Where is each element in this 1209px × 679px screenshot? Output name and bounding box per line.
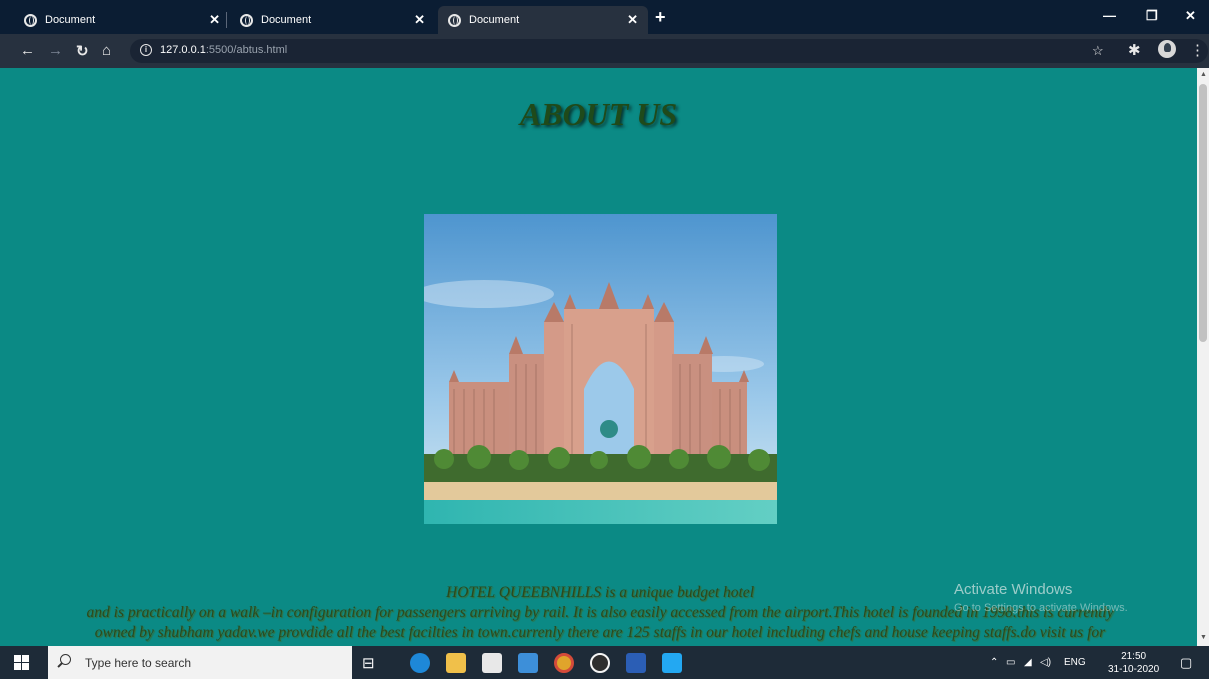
scroll-down-arrow-icon[interactable]: ▼ bbox=[1200, 634, 1207, 641]
scrollbar-thumb[interactable] bbox=[1199, 84, 1207, 342]
paragraph-line: owned by shubham yadav.we provdide all t… bbox=[94, 624, 1106, 641]
forward-icon[interactable]: → bbox=[48, 42, 63, 59]
close-window-icon[interactable]: ✕ bbox=[1185, 8, 1196, 24]
taskbar-clock[interactable]: 21:50 31-10-2020 bbox=[1108, 650, 1159, 676]
globe-icon bbox=[240, 13, 253, 27]
address-bar[interactable]: i 127.0.0.1:5500/abtus.html ☆ bbox=[130, 39, 1208, 63]
store-icon[interactable] bbox=[482, 653, 502, 673]
chrome-icon[interactable] bbox=[554, 653, 574, 673]
extensions-icon[interactable]: ✱ bbox=[1128, 41, 1141, 59]
restore-icon[interactable]: ❐ bbox=[1146, 8, 1158, 24]
obs-icon[interactable] bbox=[590, 653, 610, 673]
clock-time: 21:50 bbox=[1121, 651, 1147, 662]
windows-taskbar: Type here to search ⊟ ⌃ ▭ ◢ ◁) ENG 21:50… bbox=[0, 646, 1209, 679]
volume-icon[interactable]: ◁) bbox=[1040, 657, 1051, 668]
mail-icon[interactable] bbox=[518, 653, 538, 673]
search-placeholder: Type here to search bbox=[85, 656, 192, 670]
activation-watermark: Activate Windows bbox=[954, 581, 1073, 598]
windows-start-icon[interactable] bbox=[14, 655, 30, 671]
edge-icon[interactable] bbox=[410, 653, 430, 673]
browser-tab[interactable]: Document ✕ bbox=[14, 6, 230, 34]
tab-title: Document bbox=[261, 14, 312, 26]
browser-tab[interactable]: Document ✕ bbox=[230, 6, 435, 34]
word-icon[interactable] bbox=[626, 653, 646, 673]
reload-icon[interactable]: ↻ bbox=[76, 42, 89, 60]
scroll-up-arrow-icon[interactable]: ▲ bbox=[1200, 71, 1207, 78]
browser-tab-active[interactable]: Document ✕ bbox=[438, 6, 648, 34]
taskbar-search-input[interactable]: Type here to search bbox=[48, 646, 352, 679]
tab-title: Document bbox=[469, 14, 520, 26]
file-explorer-icon[interactable] bbox=[446, 653, 466, 673]
minimize-icon[interactable]: — bbox=[1103, 8, 1116, 23]
vscode-icon[interactable] bbox=[662, 653, 682, 673]
browser-tab-bar: Document ✕ Document ✕ Document ✕ + — ❐ ✕ bbox=[0, 0, 1209, 34]
clock-date: 31-10-2020 bbox=[1108, 664, 1160, 675]
browser-toolbar: ← → ↻ ⌂ i 127.0.0.1:5500/abtus.html ☆ ✱ … bbox=[0, 34, 1209, 68]
network-icon[interactable]: ▭ bbox=[1006, 657, 1015, 668]
menu-icon[interactable]: ⋮ bbox=[1190, 41, 1205, 59]
home-icon[interactable]: ⌂ bbox=[102, 42, 111, 59]
wifi-icon[interactable]: ◢ bbox=[1024, 657, 1032, 668]
page-content: ABOUT US HOTEL QUEEBNHILLS is a unique b… bbox=[0, 68, 1197, 646]
page-scrollbar[interactable]: ▲ ▼ bbox=[1197, 68, 1209, 646]
new-tab-button[interactable]: + bbox=[655, 7, 666, 28]
tray-chevron-icon[interactable]: ⌃ bbox=[990, 657, 998, 668]
url-text: 127.0.0.1:5500/abtus.html bbox=[160, 44, 288, 56]
globe-icon bbox=[448, 13, 461, 27]
hotel-image bbox=[424, 214, 777, 524]
profile-avatar[interactable] bbox=[1158, 40, 1176, 58]
language-indicator[interactable]: ENG bbox=[1064, 657, 1086, 668]
tab-title: Document bbox=[45, 14, 96, 26]
info-icon[interactable]: i bbox=[140, 44, 152, 56]
close-tab-icon[interactable]: ✕ bbox=[414, 12, 425, 28]
activation-watermark-sub: Go to Settings to activate Windows. bbox=[954, 602, 1128, 614]
notifications-icon[interactable]: ▢ bbox=[1180, 655, 1192, 671]
bookmark-star-icon[interactable]: ☆ bbox=[1092, 43, 1104, 59]
tab-separator bbox=[226, 12, 227, 28]
close-tab-icon[interactable]: ✕ bbox=[627, 12, 638, 28]
page-title: ABOUT US bbox=[519, 96, 678, 132]
task-view-icon[interactable]: ⊟ bbox=[362, 654, 382, 674]
close-tab-icon[interactable]: ✕ bbox=[209, 12, 220, 28]
back-icon[interactable]: ← bbox=[20, 42, 35, 59]
search-icon bbox=[60, 654, 71, 665]
globe-icon bbox=[24, 13, 37, 27]
